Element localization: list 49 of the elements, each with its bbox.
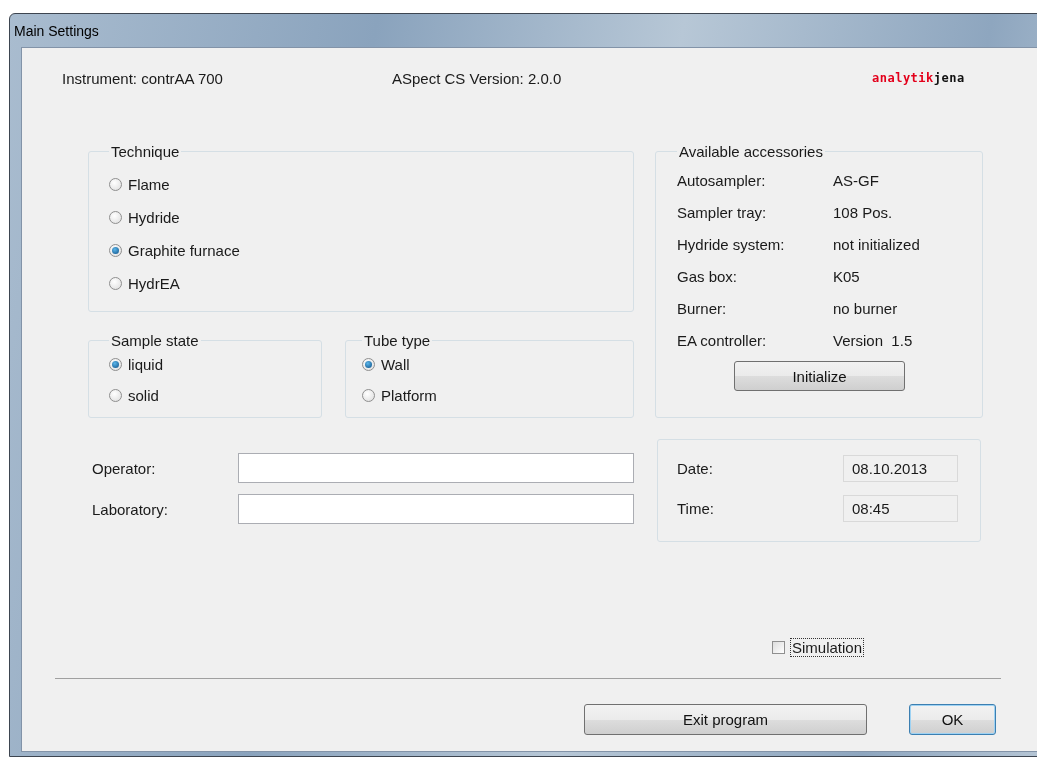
accessory-value: Version 1.5	[833, 331, 913, 349]
radio-button[interactable]	[109, 277, 122, 290]
input-field[interactable]	[237, 494, 634, 524]
instrument-label: Instrument: contrAA 700	[62, 69, 224, 87]
checkbox-label[interactable]: Simulation	[790, 638, 865, 657]
dialog-button[interactable]: OK	[909, 704, 996, 735]
radio-button[interactable]	[362, 358, 375, 371]
radio-label[interactable]: Hydride	[128, 209, 180, 226]
accessory-label: Burner:	[677, 299, 728, 317]
field-label: Time:	[677, 499, 715, 517]
window-title: Main Settings	[14, 22, 99, 39]
radio-button[interactable]	[109, 389, 122, 402]
accessory-value: AS-GF	[833, 171, 879, 189]
radio-label[interactable]: solid	[128, 387, 159, 404]
radio-label[interactable]: liquid	[128, 356, 164, 373]
accessory-value: no burner	[833, 299, 898, 317]
radio-label[interactable]: Platform	[381, 387, 437, 404]
group-title: Technique	[110, 143, 181, 160]
accessory-label: Gas box:	[677, 267, 739, 285]
field-label: Date:	[677, 459, 714, 477]
accessory-label: Autosampler:	[677, 171, 767, 189]
radio-button[interactable]	[109, 178, 122, 191]
readonly-field: 08.10.2013	[843, 454, 958, 482]
field-label: Laboratory:	[91, 500, 169, 518]
accessory-label: Hydride system:	[677, 235, 786, 253]
radio-button[interactable]	[362, 389, 375, 402]
radio-button[interactable]	[109, 358, 122, 371]
group-title: Available accessories	[678, 143, 824, 160]
radio-label[interactable]: Flame	[128, 176, 170, 193]
accessory-value: 108 Pos.	[833, 203, 893, 221]
radio-label[interactable]: Wall	[381, 356, 410, 373]
initialize-button[interactable]: Initialize	[734, 361, 905, 391]
group-title: Sample state	[110, 332, 200, 349]
accessory-label: EA controller:	[677, 331, 768, 349]
radio-button[interactable]	[109, 211, 122, 224]
accessory-value: K05	[833, 267, 860, 285]
version-label: ASpect CS Version: 2.0.0	[392, 69, 563, 87]
radio-button[interactable]	[109, 244, 122, 257]
checkbox[interactable]	[772, 641, 785, 654]
radio-label[interactable]: HydrEA	[128, 275, 180, 292]
input-field[interactable]	[237, 453, 634, 483]
logo: analytikjena	[872, 71, 965, 85]
group-title: Tube type	[363, 332, 432, 349]
readonly-field: 08:45	[843, 494, 958, 522]
field-label: Operator:	[91, 459, 157, 477]
dialog-button[interactable]: Exit program	[584, 704, 867, 735]
radio-label[interactable]: Graphite furnace	[128, 242, 240, 259]
accessory-label: Sampler tray:	[677, 203, 768, 221]
accessory-value: not initialized	[833, 235, 920, 253]
